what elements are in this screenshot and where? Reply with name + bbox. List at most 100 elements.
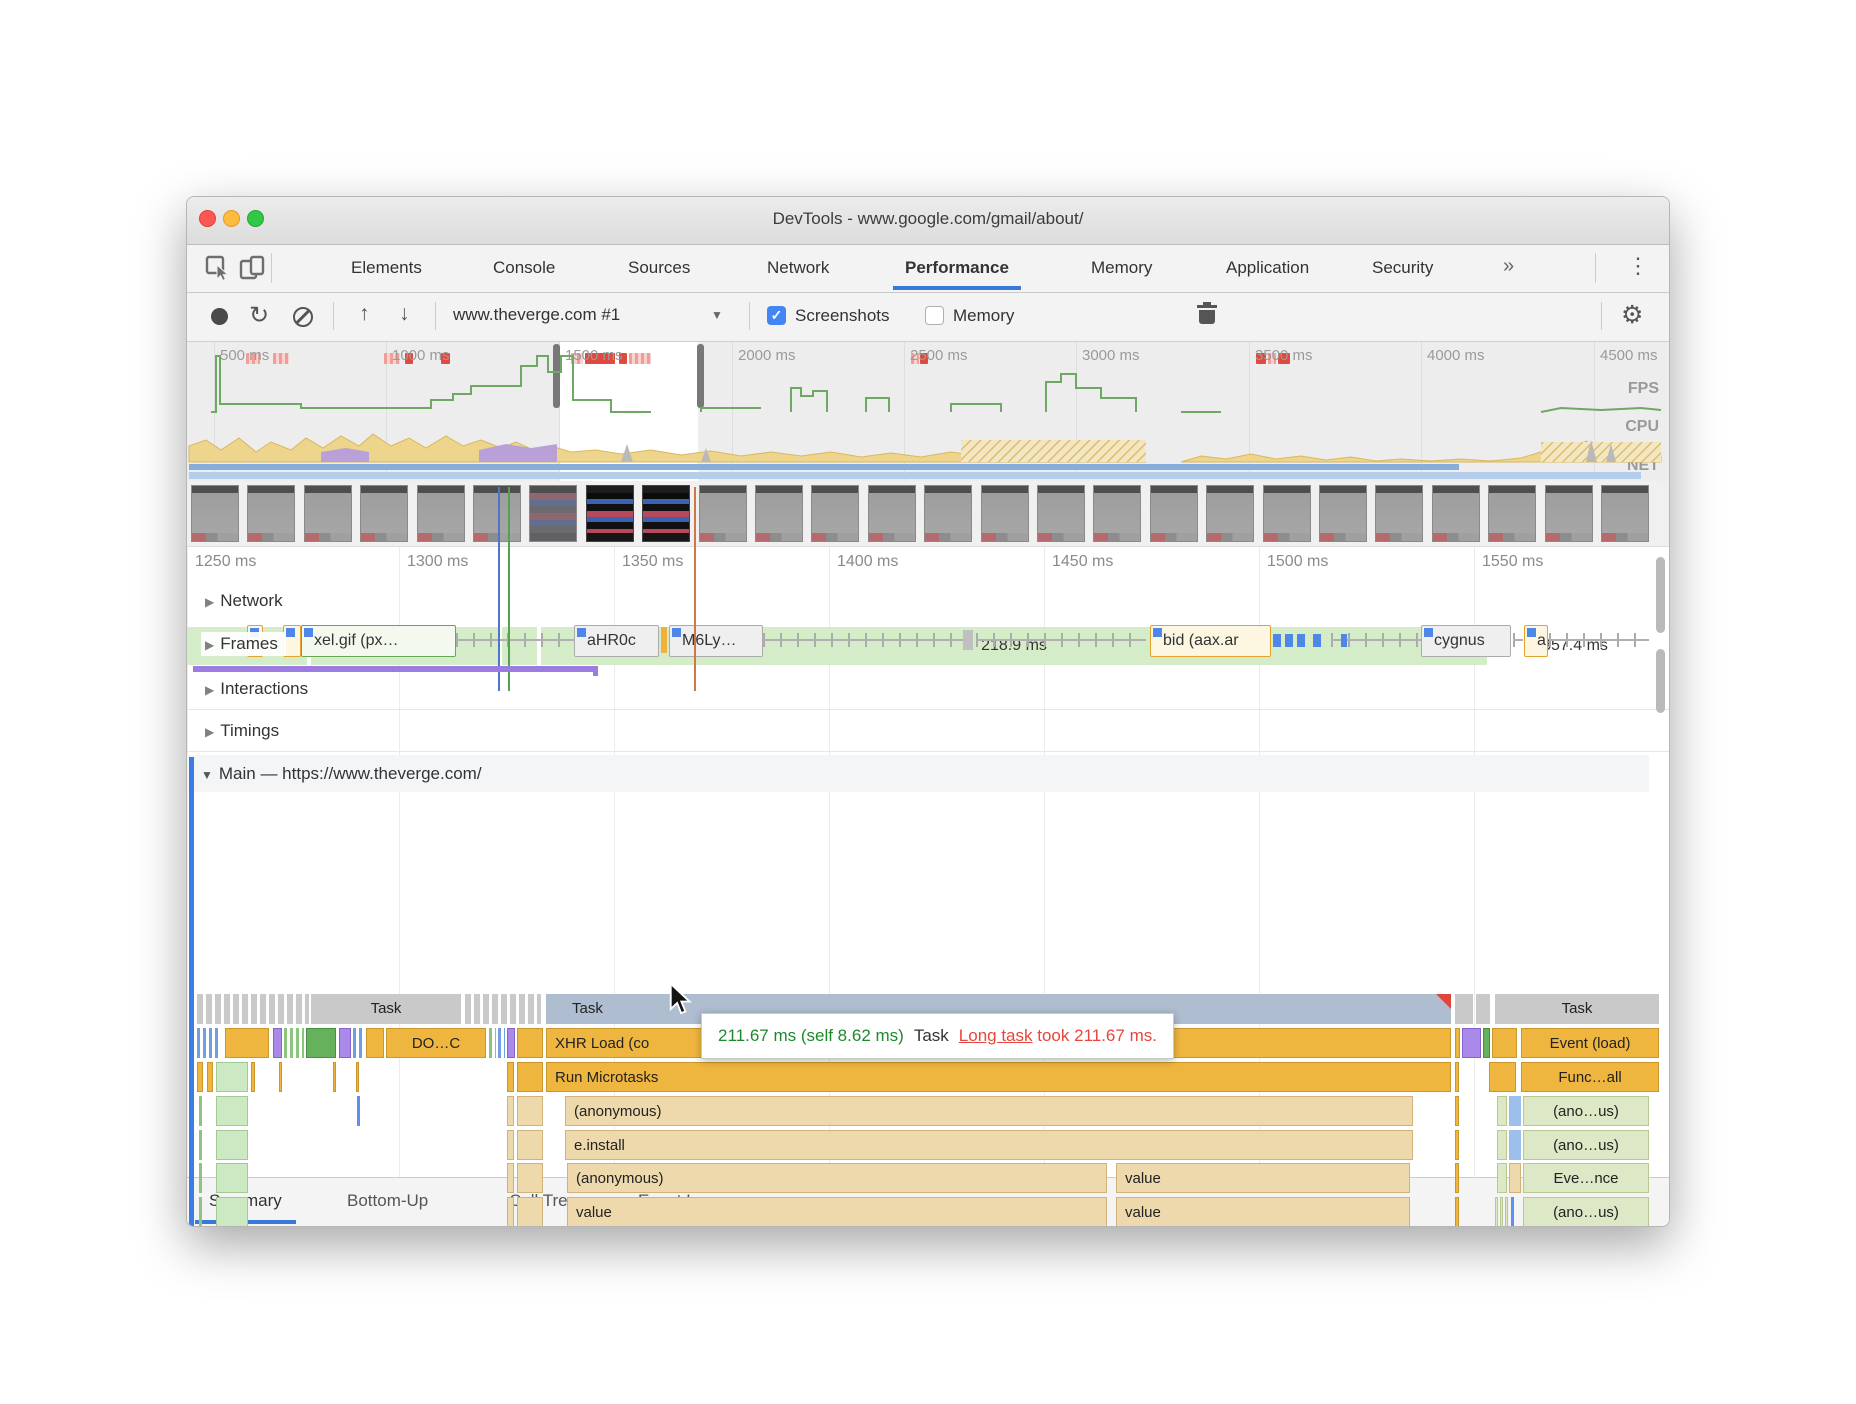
filmstrip-screenshot[interactable] <box>247 485 295 542</box>
flame-bar[interactable] <box>517 1096 543 1126</box>
flame-bar[interactable] <box>284 1028 304 1058</box>
flame-bar[interactable]: value <box>567 1197 1107 1227</box>
flame-bar[interactable] <box>216 1062 248 1092</box>
screenshots-label[interactable]: Screenshots <box>795 306 890 326</box>
flame-bar[interactable] <box>1492 1028 1517 1058</box>
flame-bar[interactable] <box>1455 1130 1459 1160</box>
flame-bar[interactable] <box>197 994 309 1024</box>
flame-bar[interactable] <box>1511 1197 1514 1227</box>
disclosure-triangle-icon[interactable]: ▼ <box>201 768 213 782</box>
flame-bar[interactable] <box>251 1062 255 1092</box>
timeline-detail-area[interactable]: 1250 ms1300 ms1350 ms1400 ms1450 ms1500 … <box>187 547 1669 1178</box>
flame-bar[interactable] <box>507 1197 514 1227</box>
tab-memory[interactable]: Memory <box>1091 245 1152 289</box>
scrollbar-thumb[interactable] <box>1656 557 1665 633</box>
flame-bar[interactable]: Run Microtasks <box>546 1062 1451 1092</box>
flame-bar[interactable] <box>357 1096 360 1126</box>
filmstrip-screenshot[interactable] <box>811 485 859 542</box>
flame-bar[interactable] <box>1455 994 1473 1024</box>
timeline-overview[interactable]: 500 ms1000 ms1500 ms2000 ms2500 ms3000 m… <box>187 342 1669 482</box>
flame-bar[interactable] <box>353 1028 363 1058</box>
flame-bar[interactable]: (anonymous) <box>565 1096 1413 1126</box>
clear-recording-icon[interactable] <box>293 307 313 327</box>
flame-bar[interactable] <box>1495 1197 1498 1227</box>
flame-bar[interactable] <box>507 1062 514 1092</box>
frames-track-label[interactable]: ▶Frames <box>201 632 286 656</box>
network-track[interactable]: ▶Network xel.gif (px…aHR0cM6Ly…bid (aax.… <box>187 585 1649 625</box>
flame-bar[interactable] <box>273 1028 282 1058</box>
scrollbar-thumb[interactable] <box>1656 649 1665 713</box>
flame-bar[interactable] <box>199 1197 202 1227</box>
flame-bar[interactable] <box>216 1197 248 1227</box>
filmstrip-screenshot[interactable] <box>1432 485 1480 542</box>
flame-bar[interactable]: (ano…us) <box>1523 1197 1649 1227</box>
kebab-menu-icon[interactable]: ⋮ <box>1627 253 1649 279</box>
flame-bar[interactable]: DO…C <box>386 1028 486 1058</box>
flame-bar[interactable] <box>517 1028 543 1058</box>
toggle-device-toolbar-icon[interactable] <box>239 255 265 281</box>
filmstrip-screenshot[interactable] <box>924 485 972 542</box>
network-request[interactable]: M6Ly… <box>669 625 763 657</box>
reload-and-profile-icon[interactable]: ↻ <box>249 301 269 330</box>
flame-bar[interactable] <box>1476 994 1490 1024</box>
filmstrip-screenshot[interactable] <box>304 485 352 542</box>
filmstrip-screenshot[interactable] <box>417 485 465 542</box>
flame-bar[interactable] <box>1497 1096 1507 1126</box>
memory-checkbox[interactable] <box>925 306 944 325</box>
filmstrip-screenshot[interactable] <box>1206 485 1254 542</box>
flame-bar[interactable] <box>1500 1197 1503 1227</box>
network-track-label[interactable]: ▶Network <box>201 589 291 613</box>
filmstrip-screenshot[interactable] <box>1601 485 1649 542</box>
flame-bar[interactable] <box>1455 1197 1459 1227</box>
window-titlebar[interactable]: DevTools - www.google.com/gmail/about/ <box>187 197 1669 245</box>
chevron-down-icon[interactable]: ▼ <box>711 308 723 322</box>
flame-bar[interactable] <box>216 1096 248 1126</box>
filmstrip-screenshot[interactable] <box>1093 485 1141 542</box>
trash-icon[interactable] <box>1199 305 1215 324</box>
flame-bar[interactable]: (anonymous) <box>567 1163 1107 1193</box>
network-request[interactable]: bid (aax.ar <box>1150 625 1271 657</box>
flame-bar[interactable] <box>1462 1028 1481 1058</box>
tab-application[interactable]: Application <box>1226 245 1309 289</box>
flame-bar[interactable] <box>507 1096 514 1126</box>
flame-bar[interactable] <box>197 1062 203 1092</box>
disclosure-triangle-icon[interactable]: ▶ <box>205 725 214 739</box>
filmstrip-screenshot[interactable] <box>586 485 634 542</box>
save-profile-icon[interactable]: ↓ <box>399 302 410 326</box>
network-request[interactable]: cygnus <box>1421 625 1511 657</box>
flame-bar[interactable] <box>498 1028 505 1058</box>
flame-bar[interactable] <box>489 1028 496 1058</box>
interactions-track-label[interactable]: ▶Interactions <box>201 677 316 701</box>
flame-bar[interactable] <box>507 1163 514 1193</box>
filmstrip-screenshot[interactable] <box>1037 485 1085 542</box>
main-track-header[interactable]: ▼Main — https://www.theverge.com/ <box>187 755 1649 792</box>
network-request[interactable]: xel.gif (px… <box>301 625 456 657</box>
flame-bar[interactable] <box>517 1163 543 1193</box>
filmstrip-screenshot[interactable] <box>755 485 803 542</box>
flame-bar[interactable] <box>306 1028 336 1058</box>
flame-bar[interactable]: Task <box>311 994 461 1024</box>
filmstrip-screenshot[interactable] <box>360 485 408 542</box>
flame-bar[interactable] <box>366 1028 384 1058</box>
more-tabs-icon[interactable]: » <box>1503 255 1514 278</box>
tab-security[interactable]: Security <box>1372 245 1433 289</box>
filmstrip-screenshot[interactable] <box>1319 485 1367 542</box>
network-request[interactable]: a <box>1524 625 1548 657</box>
network-request[interactable]: aHR0c <box>574 625 659 657</box>
screenshots-checkbox[interactable]: ✓ <box>767 306 786 325</box>
flame-bar[interactable] <box>1509 1096 1521 1126</box>
memory-label[interactable]: Memory <box>953 306 1014 326</box>
flame-bar[interactable] <box>1483 1028 1490 1058</box>
flame-bar[interactable] <box>216 1130 248 1160</box>
tab-performance[interactable]: Performance <box>905 245 1009 289</box>
flame-bar[interactable] <box>1509 1130 1521 1160</box>
filmstrip-screenshot[interactable] <box>1375 485 1423 542</box>
tab-bottom-up[interactable]: Bottom-Up <box>347 1178 428 1222</box>
flame-bar[interactable] <box>1455 1062 1459 1092</box>
flame-bar[interactable]: Eve…nce <box>1523 1163 1649 1193</box>
flame-bar[interactable] <box>517 1130 543 1160</box>
flame-bar[interactable] <box>199 1130 202 1160</box>
tab-network[interactable]: Network <box>767 245 829 289</box>
filmstrip-screenshot[interactable] <box>699 485 747 542</box>
disclosure-triangle-icon[interactable]: ▶ <box>205 595 214 609</box>
